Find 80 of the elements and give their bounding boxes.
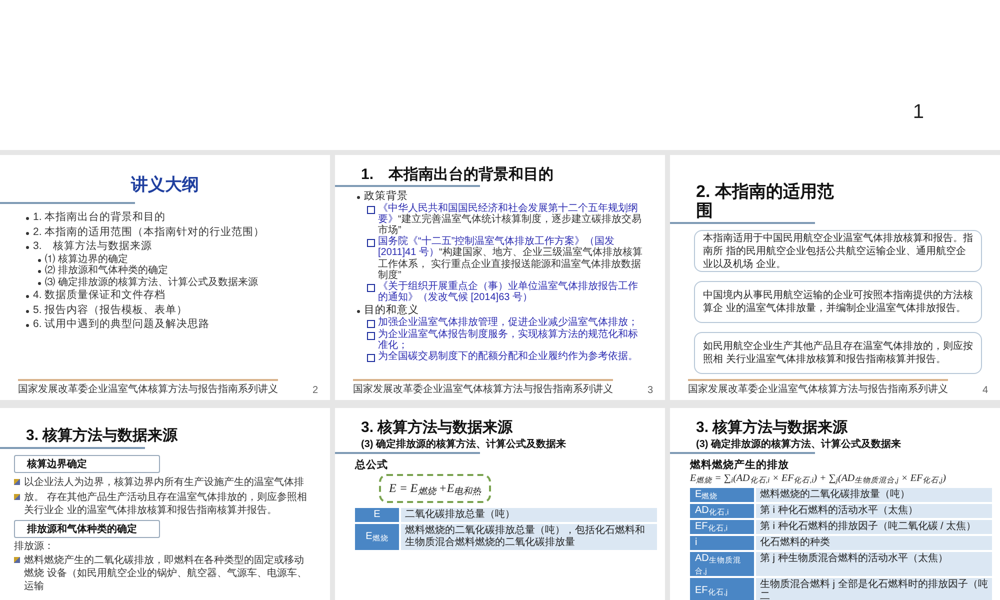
bullet-icon bbox=[367, 332, 375, 340]
slide-title: 讲义大纲 bbox=[130, 174, 200, 196]
table-cell: 第 i 种化石燃料的排放因子（吨二氧化碳 / 太焦） bbox=[756, 520, 992, 534]
list-item: 加强企业温室气体排放管理，促进企业减少温室气体排放； bbox=[378, 317, 638, 328]
section-heading: 排放源和气体种类的确定 bbox=[14, 520, 160, 538]
table-cell: 燃料燃烧的二氧化碳排放量（吨） bbox=[756, 488, 992, 502]
bullet-icon bbox=[26, 246, 29, 250]
formula-label: 燃料燃烧产生的排放 bbox=[690, 458, 790, 472]
bullet-icon bbox=[38, 270, 41, 274]
bullet-icon bbox=[26, 295, 29, 298]
table-cell: E$_{燃烧}$ bbox=[690, 488, 754, 502]
table-cell: 燃料燃烧的二氧化碳排放总量（吨），包括化石燃料和生物质混合燃料燃烧的二氧化碳排放量 bbox=[401, 524, 657, 550]
slide-title: 3. 核算方法与数据来源 bbox=[25, 428, 179, 444]
slide-title: 3. 核算方法与数据来源 bbox=[360, 420, 514, 436]
outline-subitem: ⑶ 确定排放源的核算方法、计算公式及数据来源 bbox=[45, 276, 258, 288]
bullet-icon bbox=[367, 284, 375, 292]
formula-label: 总公式 bbox=[355, 458, 389, 472]
outline-item: 5. 报告内容（报告模板、表单） bbox=[33, 304, 188, 316]
bullet-icon bbox=[26, 324, 29, 328]
bullet-icon bbox=[14, 556, 20, 562]
bullet-icon bbox=[367, 206, 375, 214]
bullet-icon bbox=[26, 217, 29, 220]
table-cell: 生物质混合燃料 j 全部是化石燃料时的排放因子（吨二 bbox=[756, 578, 992, 600]
table-cell: AD$_{化石,i}$ bbox=[690, 504, 754, 518]
table-cell: 第 i 种化石燃料的活动水平（太焦） bbox=[756, 504, 992, 518]
page-number: 1 bbox=[912, 101, 924, 124]
table-cell: 二氧化碳排放总量（吨） bbox=[401, 508, 657, 522]
bullet-icon bbox=[367, 320, 375, 328]
table-cell: i bbox=[690, 536, 754, 550]
table-cell: E$_{燃烧}$ bbox=[355, 524, 399, 550]
section-heading: 政策背景 bbox=[364, 190, 408, 202]
bullet-icon bbox=[14, 478, 20, 484]
bullet-icon bbox=[357, 196, 360, 198]
footer-text: 国家发展改革委企业温室气体核算方法与报告指南系列讲义 bbox=[353, 379, 613, 396]
outline-item: 6. 试用中遇到的典型问题及解决思路 bbox=[33, 318, 210, 332]
outline-item: 2. 本指南的适用范围（本指南针对的行业范围） bbox=[33, 226, 265, 238]
bullet-text: 燃料燃烧产生的二氧化碳排放，即燃料在各种类型的固定或移动燃烧 设备（如民用航空企业的锅炉、航空器、气源车、电源车、运输 bbox=[24, 554, 308, 592]
formula: E$_{燃烧}$ = ∑$_{i}$(AD$_{化石,i}$ × EF$_{化石,i}$) + ∑$_{j}$(AD$_{生物质混合,j}$ × EF$_{化石,j}$) bbox=[690, 472, 947, 484]
slide-title: 3. 核算方法与数据来源 bbox=[695, 420, 849, 436]
table-cell: EF$_{化石,j}$ bbox=[690, 578, 754, 600]
bullet-icon bbox=[26, 310, 29, 313]
bullet-text: 以企业法人为边界，核算边界内所有生产设施产生的温室气体排 bbox=[24, 476, 304, 488]
table-cell: EF$_{化石,i}$ bbox=[690, 520, 754, 534]
slide-title: 1. 本指南出台的背景和目的 bbox=[360, 167, 555, 184]
formula-box: E = E$_{燃烧}$ +E$_{电和热}$ bbox=[379, 474, 492, 502]
body-text: 排放源： bbox=[14, 540, 55, 552]
page-number: 3 bbox=[647, 385, 653, 396]
bullet-icon bbox=[367, 239, 375, 248]
text-box: 本指南适用于中国民用航空企业温室气体排放核算和报告。指南所 指的民用航空企业包括公共航空运输企业、通用航空企业以及机场 企业。 bbox=[694, 230, 982, 272]
table-cell: E bbox=[355, 508, 399, 522]
bullet-icon bbox=[26, 232, 29, 235]
text-box: 如民用航空企业生产其他产品且存在温室气体排放的，则应按照相 关行业温室气体排放核算和报告指南核算并报告。 bbox=[694, 332, 982, 374]
footer-text: 国家发展改革委企业温室气体核算方法与报告指南系列讲义 bbox=[688, 379, 948, 396]
footer-text: 国家发展改革委企业温室气体核算方法与报告指南系列讲义 bbox=[18, 379, 278, 396]
outline-item: 3. 核算方法与数据来源 bbox=[33, 240, 152, 253]
bullet-icon bbox=[14, 494, 20, 500]
section-heading: 目的和意义 bbox=[364, 304, 419, 316]
slide-subtitle: (3) 确定排放源的核算方法、计算公式及数据来 bbox=[360, 437, 567, 450]
page-number: 4 bbox=[982, 385, 988, 396]
list-item: 《关于组织开展重点企（事）业单位温室气体排放报告工作的通知》（发改气候 [2014]63 号） bbox=[378, 280, 639, 304]
slide-title: 2. 本指南的适用范围 bbox=[695, 183, 835, 220]
outline-subitem: ⑵ 排放源和气体种类的确定 bbox=[45, 265, 168, 276]
bullet-text: 放。 存在其他产品生产活动且存在温室气体排放的，则应参照相关行业企 业的温室气体排放核算和报告指南核算并报告。 bbox=[24, 490, 308, 516]
list-item: 为企业温室气体报告制度服务，实现核算方法的规范化和标准化； bbox=[378, 328, 639, 351]
outline-subitem: ⑴ 核算边界的确定 bbox=[45, 254, 128, 265]
slide-subtitle: (3) 确定排放源的核算方法、计算公式及数据来 bbox=[695, 437, 902, 450]
page-number: 2 bbox=[312, 385, 318, 396]
outline-item: 1. 本指南出台的背景和目的 bbox=[33, 211, 166, 224]
bullet-icon bbox=[357, 310, 360, 314]
list-item: 《中华人民共和国国民经济和社会发展第十二个五年规划纲要》“建立完善温室气体统计核算制度，逐步建立碳排放交易市场” bbox=[378, 202, 642, 236]
bullet-icon bbox=[38, 258, 41, 262]
section-heading: 核算边界确定 bbox=[14, 454, 160, 472]
bullet-icon bbox=[38, 282, 41, 285]
table-cell: 第 j 种生物质混合燃料的活动水平（太焦） bbox=[756, 552, 992, 576]
table-cell: 化石燃料的种类 bbox=[756, 536, 992, 550]
outline-item: 4. 数据质量保证和文件存档 bbox=[33, 289, 166, 302]
list-item: 为全国碳交易制度下的配额分配和企业履约作为参考依据。 bbox=[378, 350, 638, 362]
list-item: 国务院《“十二五”控制温室气体排放工作方案》（国发[2011]41 号）“构建国家、地方、企业三级温室气体排放核算工作体系， 实行重点企业直接报送能源和温室气体排放数据制度” bbox=[378, 236, 644, 281]
text-box: 中国境内从事民用航空运输的企业可按照本指南提供的方法核算企 业的温室气体排放量，并编制企业温室气体排放报告。 bbox=[694, 281, 982, 324]
bullet-icon bbox=[367, 354, 375, 362]
